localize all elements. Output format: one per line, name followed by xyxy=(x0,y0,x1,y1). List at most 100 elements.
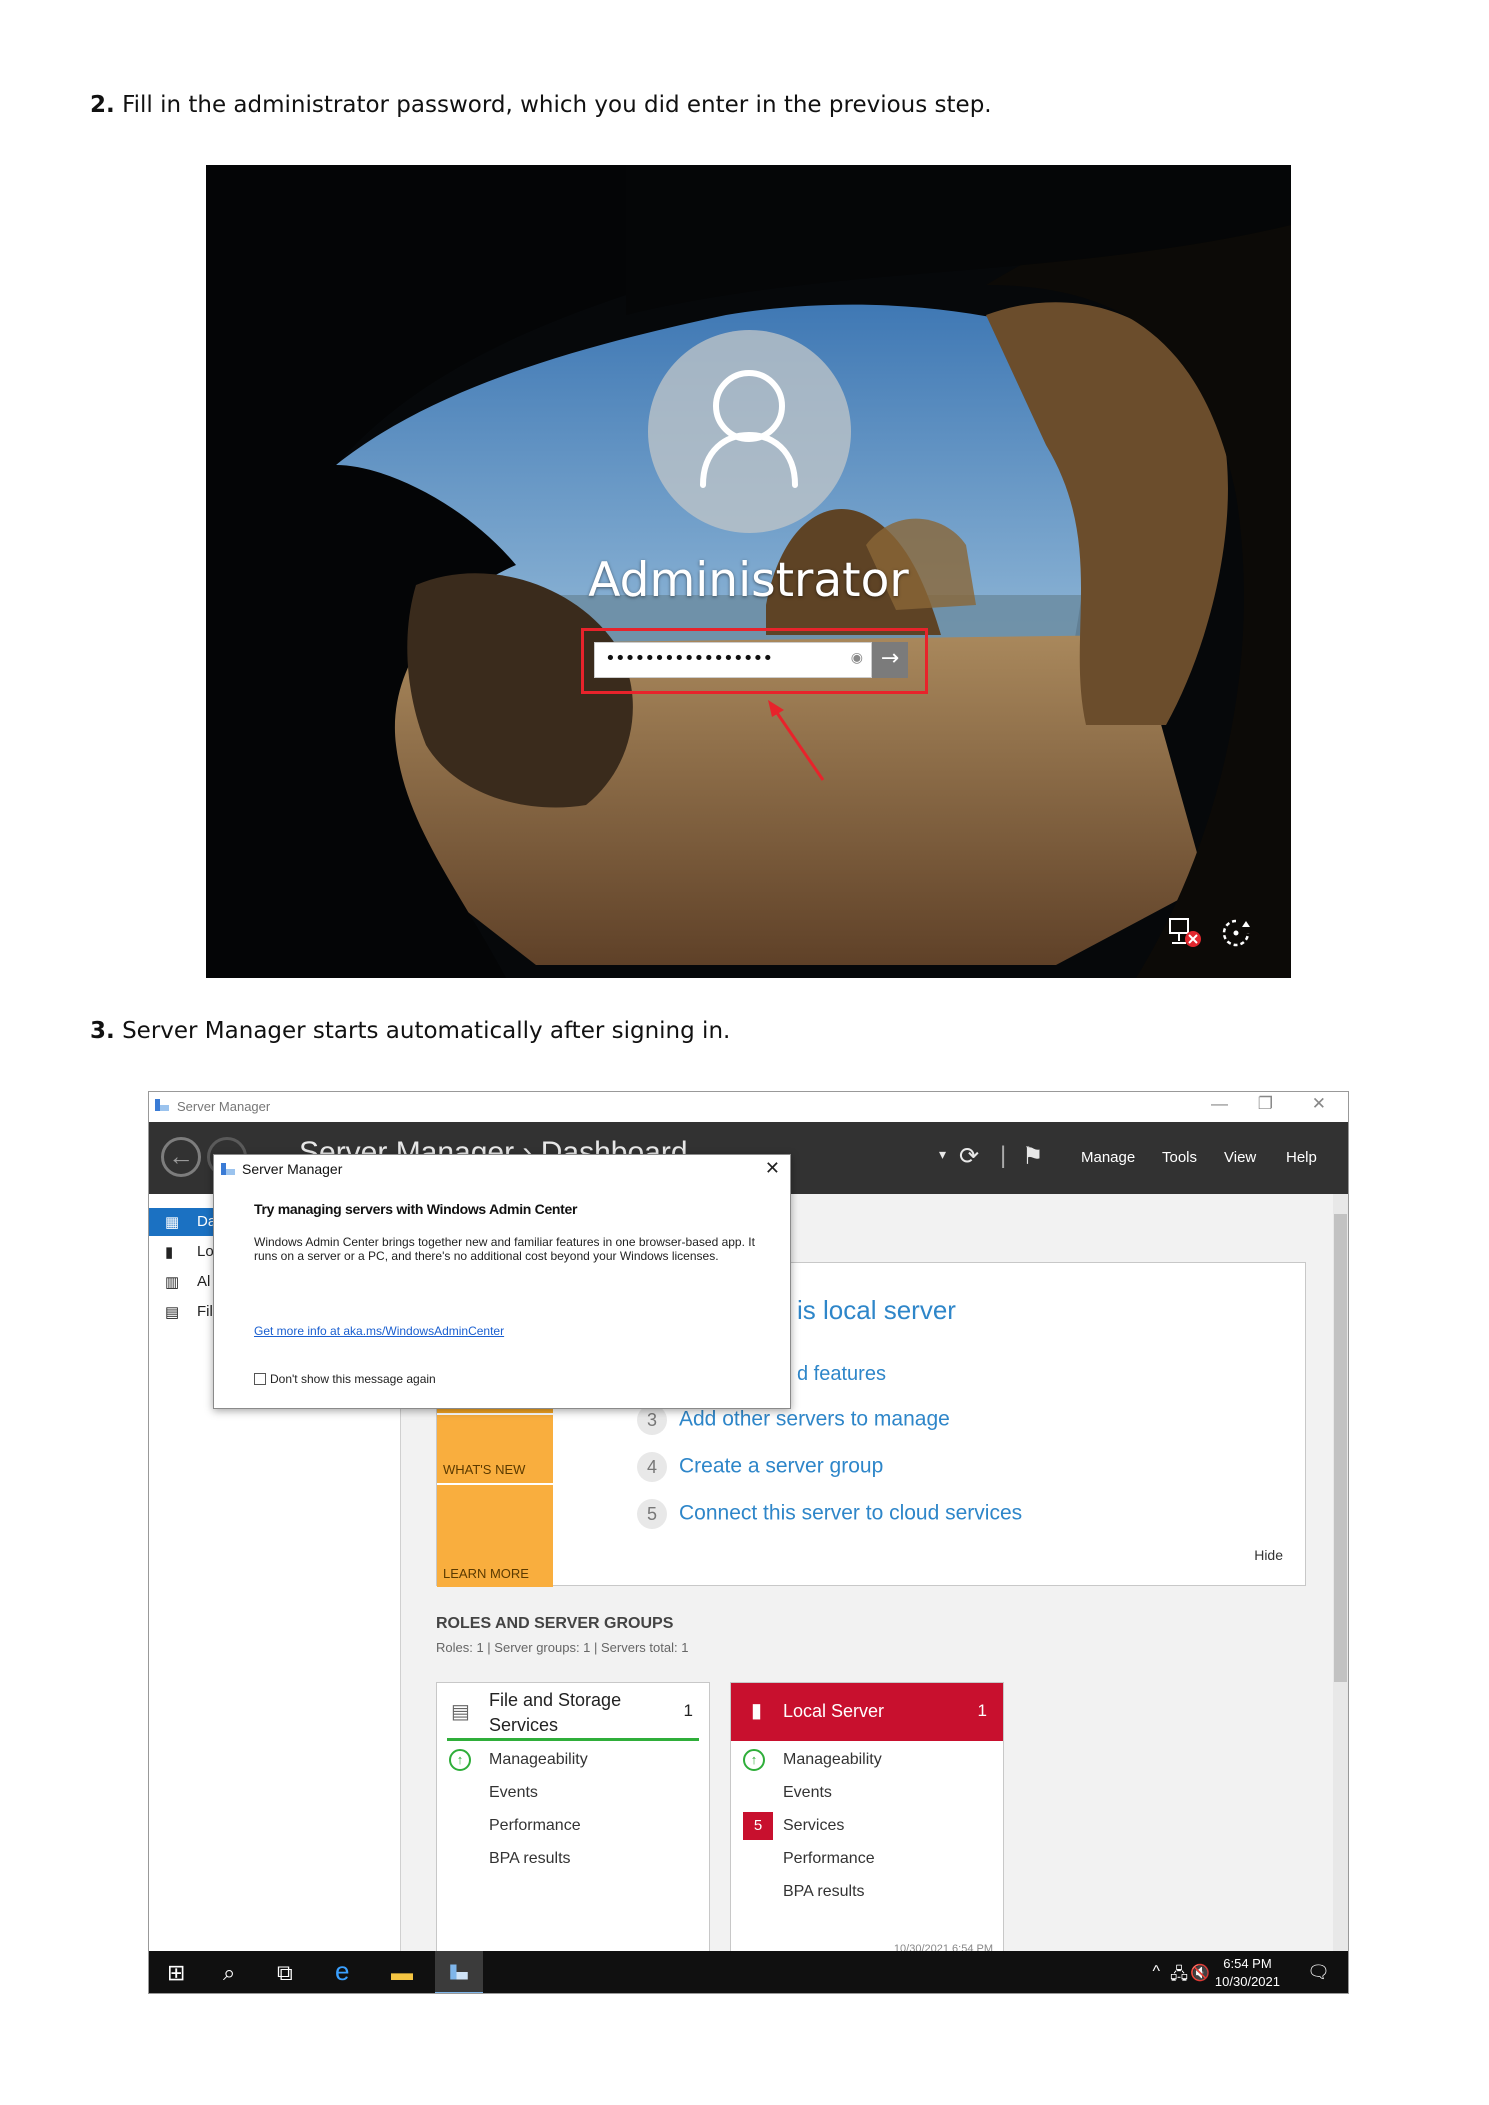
close-button[interactable]: ✕ xyxy=(1312,1094,1326,1114)
admin-center-link[interactable]: Get more info at aka.ms/WindowsAdminCent… xyxy=(254,1324,504,1338)
network-disconnected-icon[interactable]: 🖧 xyxy=(1170,1963,1188,1990)
status-bar xyxy=(447,1738,699,1741)
checkbox-box[interactable] xyxy=(254,1373,266,1385)
sidebar-item-label: Lo xyxy=(197,1243,214,1260)
tile-count: 1 xyxy=(683,1701,693,1720)
tile-title: Local Server xyxy=(783,1701,885,1721)
menu-view[interactable]: View xyxy=(1224,1149,1256,1166)
tile-row-performance[interactable]: Performance xyxy=(783,1850,875,1868)
step-3-text: Server Manager starts automatically afte… xyxy=(122,1018,731,1044)
back-button[interactable]: ← xyxy=(161,1137,201,1177)
task-view-icon[interactable]: ⧉ xyxy=(277,1960,293,1986)
checkbox-label: Don't show this message again xyxy=(270,1372,436,1386)
step-3-number: 3. xyxy=(90,1018,115,1044)
dashboard-icon: ▦ xyxy=(165,1214,180,1231)
tile-title-line-1: File and Storage xyxy=(489,1690,622,1710)
menu-help[interactable]: Help xyxy=(1286,1149,1317,1166)
step-number: 3 xyxy=(637,1405,667,1435)
status-ok-icon: ↑ xyxy=(449,1749,471,1771)
tile-count: 1 xyxy=(977,1701,987,1720)
roles-section-title: ROLES AND SERVER GROUPS xyxy=(436,1615,674,1632)
server-icon: ▮ xyxy=(165,1244,174,1261)
tray-overflow-chevron[interactable]: ^ xyxy=(1152,1963,1160,1981)
server-manager-taskbar-button[interactable] xyxy=(435,1951,483,1993)
tile-header[interactable]: ▤ File and Storage Services 1 xyxy=(437,1683,709,1741)
server-manager-icon xyxy=(450,1964,468,1980)
local-server-tile[interactable]: ▮ Local Server 1 ↑ Manageability Events … xyxy=(730,1682,1004,1972)
dont-show-again-checkbox[interactable]: Don't show this message again xyxy=(254,1372,436,1386)
internet-explorer-icon[interactable]: e xyxy=(335,1956,349,1987)
servers-icon: ▥ xyxy=(165,1274,180,1291)
windows-admin-center-dialog: Server Manager ✕ Try managing servers wi… xyxy=(213,1154,791,1409)
hide-link[interactable]: Hide xyxy=(1254,1547,1283,1563)
network-disconnected-icon[interactable] xyxy=(1168,917,1202,956)
action-center-icon[interactable]: 🗨 xyxy=(1307,1962,1330,1983)
refresh-icon[interactable]: ⟳ xyxy=(959,1142,979,1171)
volume-muted-icon[interactable]: 🔇 xyxy=(1190,1963,1210,1983)
dropdown-chevron-icon[interactable]: ▾ xyxy=(939,1146,946,1163)
annotation-arrow xyxy=(768,700,825,781)
roles-summary: Roles: 1 | Server groups: 1 | Servers to… xyxy=(436,1640,689,1655)
server-manager-icon xyxy=(155,1099,169,1111)
dialog-close-button[interactable]: ✕ xyxy=(765,1158,780,1179)
minimize-button[interactable]: — xyxy=(1211,1094,1228,1114)
tile-row-bpa-results[interactable]: BPA results xyxy=(783,1883,865,1901)
link-label: Add other servers to manage xyxy=(679,1407,950,1431)
sidebar-item-label: Al xyxy=(197,1273,211,1290)
file-explorer-icon[interactable]: ▬ xyxy=(391,1960,413,1986)
window-title-bar: Server Manager — ❐ ✕ xyxy=(149,1092,1348,1122)
step-number: 4 xyxy=(637,1452,667,1482)
notifications-flag-icon[interactable]: ⚑ xyxy=(1022,1142,1044,1171)
restore-button[interactable]: ❐ xyxy=(1258,1094,1273,1114)
server-manager-icon xyxy=(221,1163,235,1175)
welcome-link-add-roles[interactable]: d features xyxy=(797,1363,886,1386)
dialog-title: Server Manager xyxy=(242,1161,343,1177)
search-icon[interactable]: ⌕ xyxy=(223,1960,235,1986)
storage-icon: ▤ xyxy=(451,1701,470,1723)
step-3-caption: 3. Server Manager starts automatically a… xyxy=(90,1018,730,1044)
services-alert-badge: 5 xyxy=(743,1812,773,1840)
taskbar: ⊞ ⌕ ⧉ e ▬ ^ 🖧 🔇 6:54 PM 10/30/2021 🗨 xyxy=(149,1951,1348,1993)
storage-icon: ▤ xyxy=(165,1304,180,1321)
welcome-link-cloud-services[interactable]: 5 Connect this server to cloud services xyxy=(637,1499,1022,1529)
link-label: Connect this server to cloud services xyxy=(679,1501,1023,1525)
tile-title-line-2: Services xyxy=(489,1715,559,1735)
dialog-heading: Try managing servers with Windows Admin … xyxy=(254,1201,578,1217)
scrollbar-thumb[interactable] xyxy=(1334,1214,1347,1682)
tile-row-events[interactable]: Events xyxy=(489,1784,538,1802)
welcome-link-server-group[interactable]: 4 Create a server group xyxy=(637,1452,883,1482)
server-icon: ▮ xyxy=(751,1700,763,1722)
link-label: Create a server group xyxy=(679,1454,884,1478)
welcome-link-add-servers[interactable]: 3 Add other servers to manage xyxy=(637,1405,950,1435)
whats-new-label: WHAT'S NEW xyxy=(443,1462,526,1477)
tile-row-manageability[interactable]: Manageability xyxy=(783,1751,882,1769)
ease-of-access-icon[interactable] xyxy=(1220,917,1254,956)
step-number: 5 xyxy=(637,1499,667,1529)
menu-manage[interactable]: Manage xyxy=(1081,1149,1135,1166)
tile-row-services[interactable]: Services xyxy=(783,1817,844,1835)
windows-start-icon[interactable]: ⊞ xyxy=(167,1960,185,1986)
whats-new-panel[interactable]: WHAT'S NEW xyxy=(437,1413,553,1483)
login-screenshot: Administrator ••••••••••••••••• ◉ → xyxy=(206,165,1291,978)
taskbar-clock[interactable]: 6:54 PM 10/30/2021 xyxy=(1215,1955,1280,1991)
step-2-text: Fill in the administrator password, whic… xyxy=(122,92,992,118)
file-storage-tile[interactable]: ▤ File and Storage Services 1 ↑ Manageab… xyxy=(436,1682,710,1972)
sidebar-item-label: Fil xyxy=(197,1303,213,1320)
server-manager-window: Server Manager — ❐ ✕ ← Server Manager › … xyxy=(148,1091,1349,1994)
step-2-number: 2. xyxy=(90,92,115,118)
learn-more-label: LEARN MORE xyxy=(443,1566,529,1581)
welcome-title: is local server xyxy=(797,1295,956,1325)
clock-date: 10/30/2021 xyxy=(1214,1974,1280,1989)
vertical-scrollbar[interactable] xyxy=(1333,1194,1348,1951)
tile-row-events[interactable]: Events xyxy=(783,1784,832,1802)
tile-row-manageability[interactable]: Manageability xyxy=(489,1751,588,1769)
tile-row-performance[interactable]: Performance xyxy=(489,1817,581,1835)
dialog-body: Windows Admin Center brings together new… xyxy=(254,1235,755,1263)
toolbar-separator: | xyxy=(1000,1142,1007,1169)
learn-more-panel[interactable]: LEARN MORE xyxy=(437,1483,553,1587)
menu-tools[interactable]: Tools xyxy=(1162,1149,1197,1166)
tile-header[interactable]: ▮ Local Server 1 xyxy=(731,1683,1003,1741)
step-2-caption: 2. Fill in the administrator password, w… xyxy=(90,92,992,118)
tile-row-bpa-results[interactable]: BPA results xyxy=(489,1850,571,1868)
status-ok-icon: ↑ xyxy=(743,1749,765,1771)
